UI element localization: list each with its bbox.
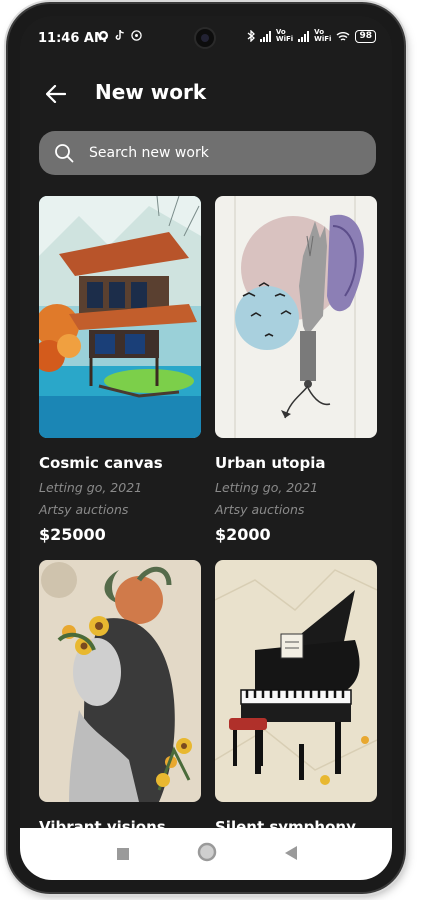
- triangle-back-icon: [285, 846, 297, 860]
- woman-flowers-illustration: [39, 560, 201, 802]
- artwork-title: Urban utopia: [215, 454, 326, 472]
- home-button[interactable]: [197, 842, 217, 866]
- settings-badge-icon: [131, 30, 142, 41]
- artwork-image-woman-flowers[interactable]: [39, 560, 201, 802]
- square-icon: [117, 848, 129, 860]
- wifi-icon: [337, 31, 350, 41]
- screen: 11:46 AM Vo WiFi Vo WiFi 98 New work Sea…: [20, 16, 392, 880]
- back-button[interactable]: [38, 76, 74, 112]
- tiktok-icon: [115, 30, 124, 40]
- phone-frame: 11:46 AM Vo WiFi Vo WiFi 98 New work Sea…: [8, 4, 404, 892]
- artwork-image-piano[interactable]: [215, 560, 377, 802]
- app-bar: New work: [20, 66, 392, 122]
- status-right-icons: Vo WiFi Vo WiFi 98: [247, 29, 376, 43]
- signal-1-icon: [259, 30, 271, 42]
- page-title: New work: [95, 80, 207, 104]
- front-camera: [196, 29, 214, 47]
- recent-apps-button[interactable]: [116, 846, 130, 865]
- artwork-card[interactable]: Urban utopia Letting go, 2021 Artsy auct…: [215, 196, 377, 544]
- vowifi-2-icon: Vo WiFi: [314, 28, 332, 43]
- notification-icons: [98, 30, 142, 41]
- status-bar: 11:46 AM Vo WiFi Vo WiFi 98: [20, 16, 392, 60]
- artwork-meta: Letting go, 2021: [39, 480, 143, 495]
- arrow-left-icon: [46, 85, 66, 103]
- artwork-image-hand-wing[interactable]: [215, 196, 377, 438]
- artwork-price: $2000: [215, 525, 271, 544]
- search-bar[interactable]: [39, 131, 376, 175]
- battery-indicator: 98: [355, 29, 376, 43]
- artwork-image-treehouse[interactable]: [39, 196, 201, 438]
- artwork-title: Cosmic canvas: [39, 454, 163, 472]
- status-time: 11:46 AM: [38, 31, 107, 46]
- treehouse-illustration: [39, 196, 201, 438]
- artwork-price: $25000: [39, 525, 106, 544]
- bluetooth-icon: [247, 30, 255, 42]
- artwork-meta: Letting go, 2021: [215, 480, 319, 495]
- system-nav-bar: [20, 828, 392, 880]
- whatsapp-icon: [98, 30, 109, 41]
- artwork-source: Artsy auctions: [39, 502, 129, 517]
- artwork-card[interactable]: Silent symphony: [215, 560, 377, 836]
- circle-icon: [197, 842, 217, 862]
- hand-wing-illustration: [215, 196, 377, 438]
- artwork-card[interactable]: Cosmic canvas Letting go, 2021 Artsy auc…: [39, 196, 201, 544]
- search-input[interactable]: [87, 144, 376, 162]
- vowifi-1-icon: Vo WiFi: [275, 28, 294, 43]
- grand-piano-illustration: [215, 560, 377, 802]
- artwork-card[interactable]: Vibrant visions: [39, 560, 201, 836]
- signal-2-icon: [298, 30, 310, 42]
- artwork-source: Artsy auctions: [215, 502, 305, 517]
- search-icon: [55, 144, 74, 163]
- back-nav-button[interactable]: [284, 845, 298, 865]
